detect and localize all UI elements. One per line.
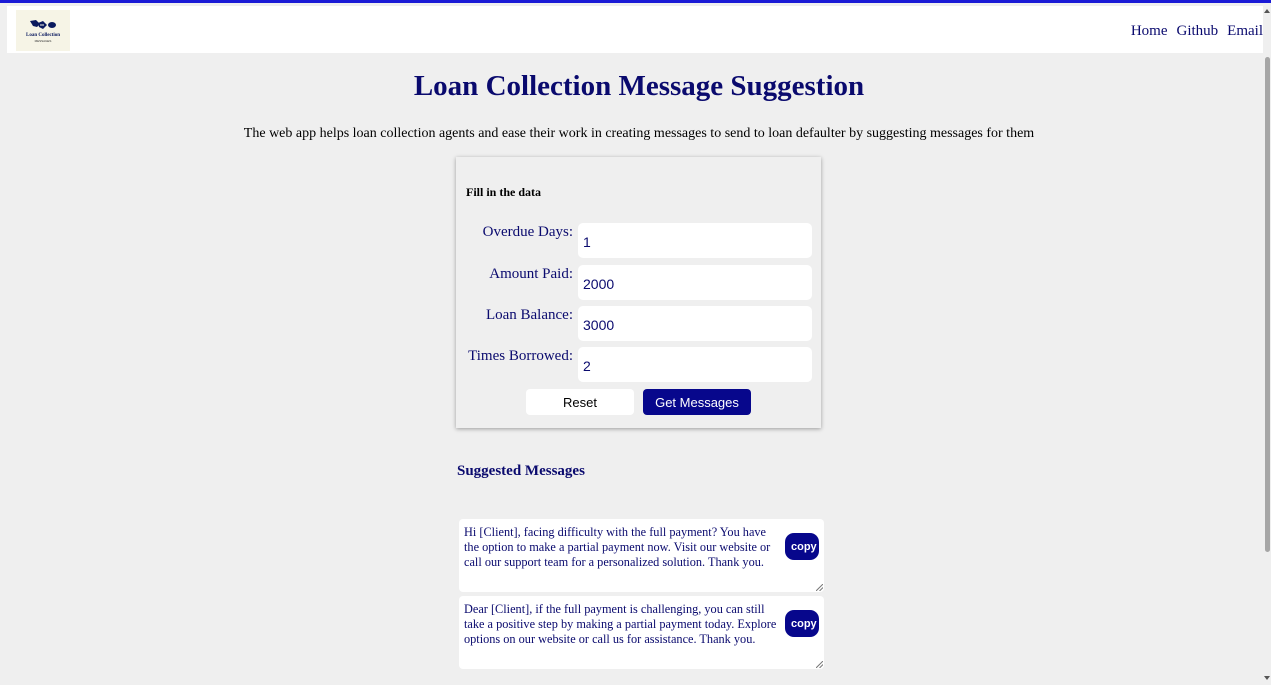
amount-paid-label: Amount Paid:	[489, 266, 573, 282]
suggested-messages-heading: Suggested Messages	[457, 463, 585, 479]
navbar: Loan Collection MESSAGES Home Github Ema…	[7, 6, 1263, 53]
suggested-message-box[interactable]: Hi [Client], facing difficulty with the …	[459, 519, 824, 592]
resize-grip-icon[interactable]	[816, 661, 823, 668]
copy-button[interactable]: copy	[785, 610, 819, 637]
suggested-message-text[interactable]: Hi [Client], facing difficulty with the …	[464, 525, 784, 570]
nav-link-github[interactable]: Github	[1177, 23, 1219, 40]
nav-links: Home Github Email	[1122, 23, 1263, 40]
loan-balance-input[interactable]	[578, 306, 812, 341]
amount-paid-input[interactable]	[578, 265, 812, 300]
suggested-message-box[interactable]: Dear [Client], if the full payment is ch…	[459, 596, 824, 669]
scroll-down-arrow-icon[interactable]	[1264, 676, 1270, 680]
suggested-message-text[interactable]: Dear [Client], if the full payment is ch…	[464, 602, 784, 647]
resize-grip-icon[interactable]	[816, 584, 823, 591]
times-borrowed-input[interactable]	[578, 347, 812, 382]
input-form-card: Fill in the data Overdue Days: Amount Pa…	[456, 157, 821, 428]
page-title: Loan Collection Message Suggestion	[413, 70, 865, 102]
nav-link-email[interactable]: Email	[1227, 23, 1263, 40]
logo[interactable]: Loan Collection MESSAGES	[16, 10, 70, 51]
overdue-days-label: Overdue Days:	[482, 224, 573, 240]
form-heading: Fill in the data	[466, 185, 542, 199]
scroll-up-arrow-icon[interactable]	[1264, 9, 1270, 13]
times-borrowed-label: Times Borrowed:	[468, 348, 573, 364]
reset-button[interactable]: Reset	[526, 389, 634, 415]
top-accent-strip	[0, 0, 1271, 3]
get-messages-button[interactable]: Get Messages	[643, 389, 751, 415]
copy-button[interactable]: copy	[785, 533, 819, 560]
handshake-icon	[30, 20, 56, 29]
overdue-days-input[interactable]	[578, 223, 812, 258]
page-description: The web app helps loan collection agents…	[243, 126, 1035, 141]
page-scrollbar[interactable]	[1263, 3, 1271, 685]
loan-balance-label: Loan Balance:	[485, 307, 573, 323]
nav-link-home[interactable]: Home	[1131, 23, 1168, 40]
logo-text: Loan Collection	[25, 33, 61, 38]
logo-subtext: MESSAGES	[34, 39, 52, 43]
